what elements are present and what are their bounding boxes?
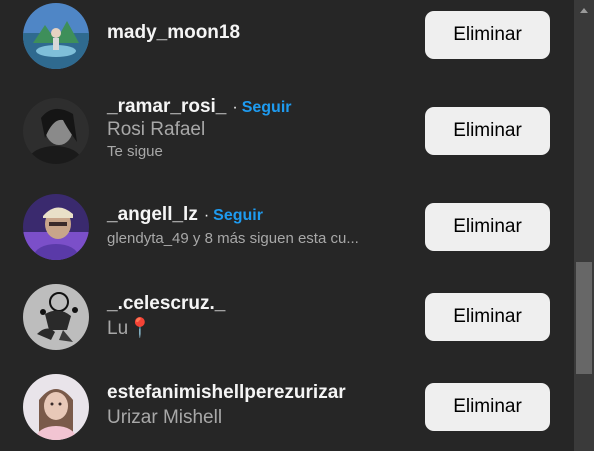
avatar-image-icon bbox=[23, 374, 89, 440]
username[interactable]: mady_moon18 bbox=[107, 22, 240, 43]
list-item: mady_moon18 Eliminar bbox=[0, 0, 574, 76]
follows-you-label: Te sigue bbox=[107, 143, 163, 160]
avatar[interactable] bbox=[23, 3, 89, 69]
scrollbar-thumb[interactable] bbox=[576, 262, 592, 374]
username[interactable]: _angell_lz bbox=[107, 204, 198, 225]
full-name: Rosi Rafael bbox=[107, 119, 206, 140]
user-text: estefanimishellperezurizar Urizar Mishel… bbox=[107, 382, 407, 430]
remove-button[interactable]: Eliminar bbox=[425, 203, 550, 251]
remove-button[interactable]: Eliminar bbox=[425, 107, 550, 155]
avatar[interactable] bbox=[23, 284, 89, 350]
list-item: _.celescruz._ Lu📍 Eliminar bbox=[0, 279, 574, 359]
separator-dot: · bbox=[232, 99, 238, 116]
follow-link[interactable]: Seguir bbox=[213, 207, 263, 224]
user-text: _.celescruz._ Lu📍 bbox=[107, 293, 407, 341]
list-item: estefanimishellperezurizar Urizar Mishel… bbox=[0, 368, 574, 448]
avatar[interactable] bbox=[23, 374, 89, 440]
user-text: _angell_lz · Seguir glendyta_49 y 8 más si… bbox=[107, 204, 407, 249]
avatar-image-icon bbox=[23, 98, 89, 164]
full-name: Urizar Mishell bbox=[107, 407, 223, 428]
scroll-up-arrow-icon[interactable] bbox=[580, 8, 588, 13]
remove-button[interactable]: Eliminar bbox=[425, 293, 550, 341]
user-text: mady_moon18 bbox=[107, 22, 407, 44]
avatar-image-icon bbox=[23, 194, 89, 260]
separator-dot: · bbox=[203, 207, 210, 224]
username[interactable]: _ramar_rosi_ bbox=[107, 96, 226, 117]
list-item: _angell_lz · Seguir glendyta_49 y 8 más si… bbox=[0, 190, 574, 270]
avatar[interactable] bbox=[23, 98, 89, 164]
full-name: Lu📍 bbox=[107, 318, 152, 339]
list-item: _ramar_rosi_ · Seguir Rosi Rafael Te sigue… bbox=[0, 92, 574, 172]
followers-list: mady_moon18 Eliminar _ramar_rosi_ · Seguir… bbox=[0, 0, 574, 451]
scrollbar[interactable] bbox=[574, 0, 594, 451]
avatar-image-icon bbox=[23, 3, 89, 69]
avatar-image-icon bbox=[23, 284, 89, 350]
username[interactable]: _.celescruz._ bbox=[107, 293, 225, 314]
username[interactable]: estefanimishellperezurizar bbox=[107, 382, 346, 403]
remove-button[interactable]: Eliminar bbox=[425, 11, 550, 59]
mutual-followers-label: glendyta_49 y 8 más siguen esta cu... bbox=[107, 230, 359, 247]
avatar[interactable] bbox=[23, 194, 89, 260]
remove-button[interactable]: Eliminar bbox=[425, 383, 550, 431]
follow-link[interactable]: Seguir bbox=[242, 99, 292, 116]
user-text: _ramar_rosi_ · Seguir Rosi Rafael Te sigue bbox=[107, 96, 407, 162]
